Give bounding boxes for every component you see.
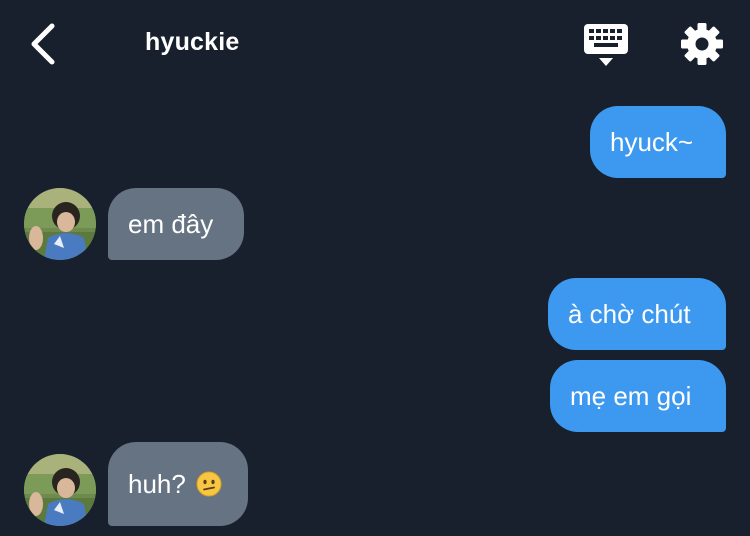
outgoing-message[interactable]: hyuck~ xyxy=(590,106,726,178)
message-text: mẹ em gọi xyxy=(570,381,692,411)
chat-header: hyuckie xyxy=(0,0,750,88)
avatar-photo xyxy=(24,188,96,260)
outgoing-message[interactable]: mẹ em gọi xyxy=(550,360,726,432)
message-text: à chờ chút xyxy=(568,299,691,329)
incoming-message[interactable]: em đây xyxy=(108,188,244,260)
chevron-left-icon xyxy=(31,23,55,65)
keyboard-button[interactable] xyxy=(580,20,632,70)
avatar[interactable] xyxy=(24,188,96,260)
back-button[interactable] xyxy=(22,20,66,68)
confused-face-icon xyxy=(196,471,222,497)
message-text: hyuck~ xyxy=(610,127,694,157)
message-text: huh? xyxy=(128,469,186,499)
message-text: em đây xyxy=(128,209,214,239)
incoming-message[interactable]: huh? xyxy=(108,442,248,526)
avatar[interactable] xyxy=(24,454,96,526)
gear-icon xyxy=(681,23,723,65)
avatar-photo xyxy=(24,454,96,526)
page-title: hyuckie xyxy=(145,28,240,56)
keyboard-icon xyxy=(584,24,628,66)
outgoing-message[interactable]: à chờ chút xyxy=(548,278,726,350)
settings-button[interactable] xyxy=(676,18,728,70)
